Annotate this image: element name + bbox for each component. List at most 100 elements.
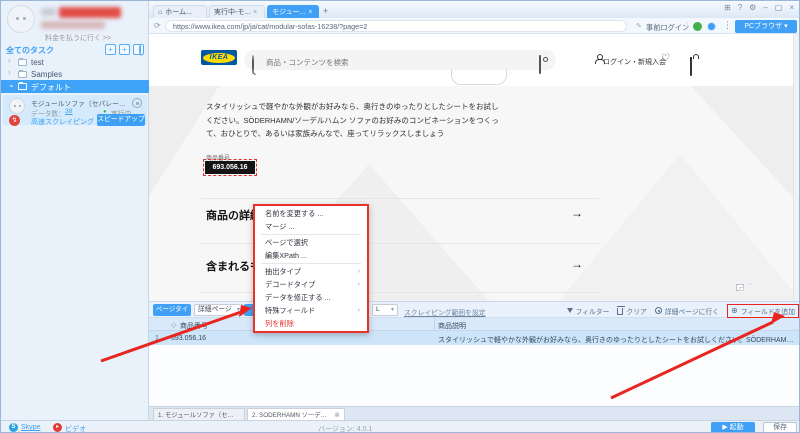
menu-select-on-page[interactable]: ページで選択 [255,236,367,249]
product-description-text: スタイリッシュで軽やかな外観がお好みなら、奥行きのゆったりとしたシートをお試しく… [206,102,499,138]
menu-rename[interactable]: 名前を変更する ... [255,207,367,220]
play-icon: ▶ [722,423,728,431]
menu-special-field[interactable]: 特殊フィールド › [255,304,367,317]
product-number-badge[interactable]: 693.056.16 [203,159,257,176]
wishlist-heart-icon[interactable]: ♡ [661,53,670,64]
url-text[interactable]: https://www.ikea.com/jp/ja/cat/modular-s… [173,22,613,31]
settings-gear-icon[interactable]: ⚙ [749,3,756,13]
new-group-icon[interactable]: + [105,44,116,55]
cart-bag-icon[interactable] [690,57,692,76]
column-header-product-number[interactable]: 商品番号 [180,321,208,331]
set-scrape-range-link[interactable]: スクレイピング範囲を設定 [404,307,486,317]
skype-icon: S [9,422,18,432]
skype-link[interactable]: Skype [21,424,40,431]
page-scrollbar[interactable] [793,34,799,301]
home-icon: ⌂ [158,8,163,16]
close-tab-icon[interactable]: ⊗ [334,410,340,421]
account-circle-icon[interactable] [707,22,716,31]
all-tasks-header: 全てのタスク [6,46,54,55]
save-button[interactable]: 保存 [763,421,797,432]
row-number: 1 [155,334,159,342]
search-tasks-icon[interactable] [133,44,144,55]
divider [201,198,599,199]
help-icon[interactable]: ? [738,3,742,13]
close-tab-icon[interactable]: × [308,7,312,18]
cell-product-number[interactable]: 693.056.16 [171,335,206,342]
goto-detail-page-button[interactable]: 詳細ページに行く [654,306,719,316]
column-divider[interactable] [434,318,435,331]
submenu-arrow-icon: › [357,307,360,314]
chevron-down-icon: ▾ [390,307,394,313]
tab-label: 実行中-モ... [214,8,251,16]
expand-icon[interactable]: › [8,56,11,65]
apps-grid-icon[interactable]: ⊞ [724,3,731,13]
menu-decode-type[interactable]: デコードタイプ › [255,278,367,291]
menu-edit-xpath[interactable]: 編集XPath ... [255,249,367,262]
menu-extract-type[interactable]: 抽出タイプ › [255,265,367,278]
submenu-arrow-icon: › [357,281,360,288]
panel-toggle-icon[interactable] [736,284,744,291]
close-icon[interactable]: × [789,3,794,13]
login-link[interactable]: ログイン・新規入会 [603,57,666,67]
maximize-icon[interactable]: ▢ [775,3,783,13]
column-header-description[interactable]: 商品説明 [438,321,466,331]
tree-item-default-selected[interactable]: ⌄ デフォルト [1,80,149,93]
speed-up-button[interactable]: スピードアップ [97,114,145,126]
pay-plan-link[interactable]: 料金を払うに行く >> [45,33,111,43]
add-field-button-highlighted[interactable]: ⊕ フィールドを追加 [727,303,799,318]
chevron-down-icon[interactable]: ˇ [749,283,752,292]
arrow-right-icon[interactable]: → [571,206,583,220]
tab-home[interactable]: ⌂ ホーム... [153,5,207,18]
camera-search-icon[interactable] [539,55,541,74]
arrow-right-icon[interactable]: → [571,257,583,271]
filter-button[interactable]: フィルター [566,306,609,316]
chevron-down-icon: ▾ [784,22,788,30]
page-type-dropdown[interactable]: 詳細ページ ▾ [194,304,244,316]
speed-scraping-label[interactable]: 高速スクレイピング [31,117,94,127]
task-run-button[interactable] [132,98,142,108]
menu-merge[interactable]: マージ ... [255,220,367,233]
cell-description[interactable]: スタイリッシュで軽やかな外観がお好みなら、奥行きのゆったりとしたシートをお試しく… [438,335,794,345]
folder-icon [18,69,27,78]
refresh-icon[interactable]: ⟳ [154,21,161,30]
start-button[interactable]: ▶ 起動 [711,421,755,432]
close-tab-icon[interactable]: × [253,7,257,18]
edit-icon[interactable]: ✎ [636,22,642,30]
tree-item-test[interactable]: › test [1,56,149,68]
more-menu-icon[interactable]: ⋮ [723,20,732,31]
version-label: バージョン: 4.0.1 [318,426,373,433]
goto-icon [654,307,662,314]
menu-delete-column[interactable]: 列を削除 [255,317,367,330]
clear-button[interactable]: クリア [616,306,647,316]
dropdown-value: L [376,306,380,313]
octoparse-window: ⊞ ? ⚙ – ▢ × ⌂ ホーム... 実行中-モ... × モジュー... … [0,0,800,433]
pre-login-link[interactable]: 事前ログイン [646,23,689,33]
collapse-icon[interactable]: ⌄ [8,80,15,89]
redacted-username [59,7,121,18]
minimize-icon[interactable]: – [763,3,767,13]
folder-icon [18,81,27,90]
table-row[interactable]: 1 693.056.16 スタイリッシュで軽やかな外観がお好みなら、奥行きのゆっ… [149,331,799,345]
data-tabs-strip: 1. モジュールソファ（セパレート... 2. SODERHAMN ソーデルハム… [149,406,799,421]
tab-module-active[interactable]: モジュー... × [267,5,319,18]
new-tab-icon[interactable]: + [323,6,328,16]
clear-label: クリア [626,308,647,316]
browser-mode-dropdown[interactable]: PCブラウザ ▾ [735,19,797,33]
menu-modify-data[interactable]: データを修正する ... [255,291,367,304]
window-controls: ⊞ ? ⚙ – ▢ × [724,3,794,13]
page-type-value: 詳細ページ [198,306,232,313]
field-icon: ◇ [171,322,177,329]
ikea-logo[interactable]: IKEA [201,50,237,65]
video-link[interactable]: ビデオ [65,424,86,432]
user-avatar[interactable] [7,5,35,33]
data-type-dropdown[interactable]: L ▾ [372,304,398,316]
status-green-icon[interactable] [693,22,702,31]
expand-icon[interactable]: › [8,68,11,77]
task-card[interactable]: モジュールソファ（セパレート式）| IKEA... データ数： 38 ● 実行中… [3,95,147,127]
tab-running[interactable]: 実行中-モ... × [209,5,265,18]
data-count-value[interactable]: 38 [65,108,73,115]
new-task-icon[interactable]: + [119,44,130,55]
task-title[interactable]: モジュールソファ（セパレート式）| IKEA... [31,98,131,108]
tree-item-samples[interactable]: › Samples [1,68,149,80]
search-icon [252,55,254,74]
